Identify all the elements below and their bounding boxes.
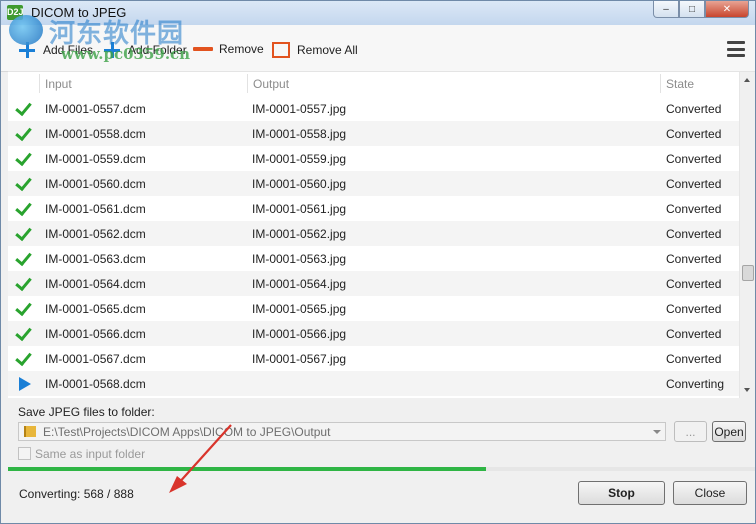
minus-icon — [193, 47, 213, 51]
folder-icon — [24, 426, 36, 437]
output-cell: IM-0001-0562.jpg — [252, 227, 347, 241]
watermark-logo-icon — [9, 15, 43, 45]
check-icon — [15, 198, 32, 217]
same-as-input-checkbox[interactable] — [18, 447, 31, 460]
minimize-button[interactable]: – — [653, 1, 679, 18]
remove-all-button[interactable]: Remove All — [272, 42, 358, 58]
state-cell: Converted — [666, 152, 722, 166]
output-cell: IM-0001-0560.jpg — [252, 177, 347, 191]
check-icon — [15, 298, 32, 317]
output-cell: IM-0001-0559.jpg — [252, 152, 347, 166]
output-cell: IM-0001-0565.jpg — [252, 302, 347, 316]
same-as-input-label: Same as input folder — [35, 447, 146, 461]
input-cell: IM-0001-0565.dcm — [45, 302, 146, 316]
check-icon — [15, 248, 32, 267]
stop-button[interactable]: Stop — [578, 481, 665, 505]
output-cell: IM-0001-0561.jpg — [252, 202, 347, 216]
input-cell: IM-0001-0568.dcm — [45, 377, 146, 391]
output-cell: IM-0001-0558.jpg — [252, 127, 347, 141]
table-header: Input Output State — [8, 72, 740, 95]
state-cell: Converted — [666, 202, 722, 216]
check-icon — [15, 323, 32, 342]
table-row[interactable]: IM-0001-0557.dcm IM-0001-0557.jpg Converte… — [8, 96, 740, 121]
table-row[interactable]: IM-0001-0558.dcm IM-0001-0558.jpg Converte… — [8, 121, 740, 146]
output-cell: IM-0001-0557.jpg — [252, 102, 347, 116]
check-icon — [15, 123, 32, 142]
conversion-status: Converting: 568 / 888 — [19, 487, 134, 501]
table-row[interactable]: IM-0001-0560.dcm IM-0001-0560.jpg Converte… — [8, 171, 740, 196]
table-row[interactable]: IM-0001-0559.dcm IM-0001-0559.jpg Converte… — [8, 146, 740, 171]
hamburger-menu-icon[interactable] — [727, 41, 745, 57]
watermark-url: www.pc0359.cn — [61, 45, 191, 63]
state-cell: Converted — [666, 252, 722, 266]
annotation-arrow-icon — [169, 424, 232, 493]
table-row[interactable]: IM-0001-0561.dcm IM-0001-0561.jpg Converte… — [8, 196, 740, 221]
state-cell: Converted — [666, 177, 722, 191]
input-cell: IM-0001-0566.dcm — [45, 327, 146, 341]
state-cell: Converted — [666, 327, 722, 341]
table-body: IM-0001-0557.dcm IM-0001-0557.jpg Converte… — [8, 96, 740, 396]
state-cell: Converted — [666, 227, 722, 241]
input-cell: IM-0001-0559.dcm — [45, 152, 146, 166]
table-row[interactable]: IM-0001-0563.dcm IM-0001-0563.jpg Converte… — [8, 246, 740, 271]
remove-all-label: Remove All — [297, 43, 358, 57]
output-cell: IM-0001-0564.jpg — [252, 277, 347, 291]
table-row[interactable]: IM-0001-0566.dcm IM-0001-0566.jpg Converte… — [8, 321, 740, 346]
close-button[interactable]: Close — [673, 481, 747, 505]
save-folder-label: Save JPEG files to folder: — [18, 405, 155, 419]
table-row[interactable]: IM-0001-0564.dcm IM-0001-0564.jpg Converte… — [8, 271, 740, 296]
window-controls: – □ ✕ — [653, 1, 749, 19]
check-icon — [15, 348, 32, 367]
input-cell: IM-0001-0558.dcm — [45, 127, 146, 141]
chevron-down-icon[interactable] — [653, 430, 661, 434]
table-row[interactable]: IM-0001-0567.dcm IM-0001-0567.jpg Converte… — [8, 346, 740, 371]
output-cell: IM-0001-0566.jpg — [252, 327, 347, 341]
input-cell: IM-0001-0562.dcm — [45, 227, 146, 241]
check-icon — [15, 148, 32, 167]
check-icon — [15, 98, 32, 117]
file-table: Input Output State IM-0001-0557.dcm IM-00… — [8, 71, 755, 398]
input-cell: IM-0001-0557.dcm — [45, 102, 146, 116]
table-row[interactable]: IM-0001-0565.dcm IM-0001-0565.jpg Converte… — [8, 296, 740, 321]
input-cell: IM-0001-0563.dcm — [45, 252, 146, 266]
square-outline-icon — [272, 42, 290, 58]
state-cell: Converted — [666, 277, 722, 291]
state-cell: Converted — [666, 102, 722, 116]
play-icon — [19, 377, 31, 391]
progress-bar — [8, 467, 755, 471]
input-cell: IM-0001-0564.dcm — [45, 277, 146, 291]
state-cell: Converting — [666, 377, 725, 391]
state-cell: Converted — [666, 127, 722, 141]
close-window-button[interactable]: ✕ — [705, 1, 749, 18]
remove-label: Remove — [219, 42, 264, 56]
column-header-state[interactable]: State — [666, 77, 694, 91]
column-header-input[interactable]: Input — [45, 77, 72, 91]
scrollbar-thumb[interactable] — [742, 265, 754, 281]
app-window: D2J DICOM to JPEG – □ ✕ Add Files Add Fo… — [0, 0, 756, 524]
table-row[interactable]: IM-0001-0562.dcm IM-0001-0562.jpg Converte… — [8, 221, 740, 246]
scroll-down-arrow-icon[interactable] — [744, 388, 750, 392]
maximize-button[interactable]: □ — [679, 1, 705, 18]
browse-button[interactable]: ... — [674, 421, 707, 442]
input-cell: IM-0001-0560.dcm — [45, 177, 146, 191]
state-cell: Converted — [666, 302, 722, 316]
open-folder-button[interactable]: Open — [712, 421, 746, 442]
output-cell: IM-0001-0563.jpg — [252, 252, 347, 266]
table-row[interactable]: IM-0001-0568.dcm Converting — [8, 371, 740, 396]
check-icon — [15, 273, 32, 292]
output-folder-dropdown[interactable]: E:\Test\Projects\DICOM Apps\DICOM to JPE… — [18, 422, 666, 441]
progress-fill — [8, 467, 487, 471]
check-icon — [15, 173, 32, 192]
output-cell: IM-0001-0567.jpg — [252, 352, 347, 366]
scroll-up-arrow-icon[interactable] — [744, 78, 750, 82]
input-cell: IM-0001-0561.dcm — [45, 202, 146, 216]
remove-button[interactable]: Remove — [193, 42, 264, 56]
state-cell: Converted — [666, 352, 722, 366]
check-icon — [15, 223, 32, 242]
input-cell: IM-0001-0567.dcm — [45, 352, 146, 366]
vertical-scrollbar[interactable] — [739, 72, 755, 398]
column-header-output[interactable]: Output — [253, 77, 289, 91]
